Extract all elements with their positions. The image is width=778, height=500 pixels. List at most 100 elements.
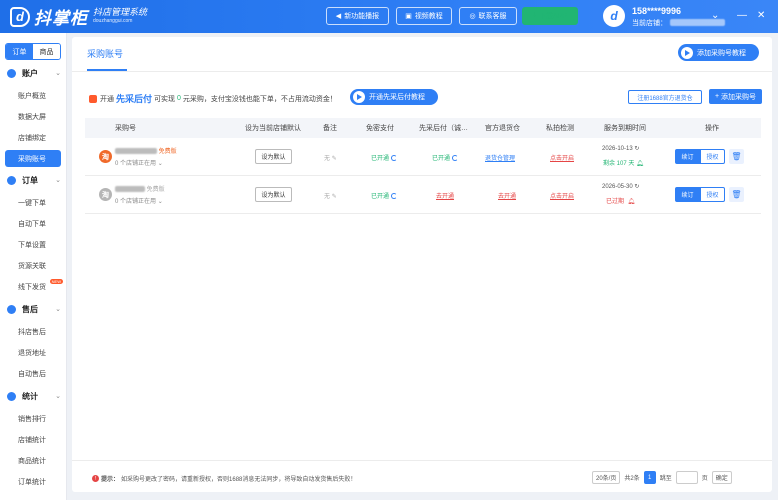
table-footer: ! 提示： 如采购号更改了密码，请重新授权，否则1688消息无法同步，将导致自动…: [72, 460, 772, 492]
note-cell[interactable]: 无 ✎: [324, 191, 337, 200]
sidebar-tabs: 订单 商品: [5, 43, 61, 60]
tab-products[interactable]: 商品: [33, 44, 60, 59]
sidebar-item-one-click-order[interactable]: 一键下单: [5, 194, 61, 211]
edit-icon[interactable]: ✎: [332, 156, 337, 162]
sidebar-item-sales-ranking[interactable]: 销售排行: [5, 410, 61, 427]
return-warehouse-link[interactable]: 退货仓管理: [485, 153, 515, 162]
download-icon: ⤓: [532, 12, 537, 19]
return-warehouse-link[interactable]: 去开通: [498, 191, 516, 200]
note-cell[interactable]: 无 ✎: [324, 153, 337, 162]
delete-icon[interactable]: 🗑︎: [729, 149, 744, 164]
page-unit: 页: [701, 476, 708, 482]
set-default-button[interactable]: 设为默认: [255, 187, 292, 202]
sidebar-item-store-stats[interactable]: 店铺统计: [5, 431, 61, 448]
page-jump-input[interactable]: [675, 471, 698, 484]
pay-later-tutorial-label: 开通先采后付教程: [369, 94, 425, 101]
video-tutorial-label: 视频教程: [414, 13, 443, 20]
account-name: 免费版: [115, 146, 177, 155]
pay-later-link[interactable]: 去开通: [436, 191, 454, 200]
edit-icon[interactable]: ✎: [332, 194, 337, 200]
page-size-select[interactable]: 20条/页: [592, 471, 621, 484]
statistics-icon: [7, 391, 16, 401]
user-phone: 158****9996: [632, 6, 682, 16]
expiry-date: 2026-05-30 ↻: [602, 183, 639, 190]
avatar[interactable]: d: [603, 5, 625, 27]
logo-mark: d: [10, 6, 30, 27]
refresh-icon[interactable]: ↻: [634, 184, 639, 190]
sidebar-item-order-stats[interactable]: 订单统计: [5, 473, 61, 490]
minimize-icon[interactable]: —: [737, 10, 747, 21]
sidebar-group-account[interactable]: 账户 ⌄: [0, 65, 67, 81]
sidebar-item-data-screen[interactable]: 数据大屏: [5, 108, 61, 125]
delete-icon[interactable]: 🗑︎: [729, 187, 744, 202]
expired-text: 已过期: [606, 199, 625, 205]
sidebar-item-account-overview[interactable]: 账户概览: [5, 87, 61, 104]
bound-stores-text: 0 个店铺正在用: [115, 199, 157, 205]
tip-message: ! 提示： 如采购号更改了密码，请重新授权，否则1688消息无法同步，将导致自动…: [92, 474, 356, 483]
pay-later-status[interactable]: 已开通: [432, 153, 459, 162]
orders-icon: [7, 175, 16, 185]
contact-support-label: 联系客服: [478, 13, 507, 20]
confirm-button[interactable]: 确定: [711, 471, 732, 484]
remaining-days-text: 剩余 107 天: [603, 161, 635, 167]
private-check-link[interactable]: 点击开启: [550, 156, 574, 162]
authorize-button[interactable]: 授权: [700, 149, 725, 164]
expiry-date: 2026-10-13 ↻: [602, 145, 639, 152]
private-check-link[interactable]: 点击开启: [550, 194, 574, 200]
renew-button[interactable]: 续订: [675, 149, 700, 164]
register-return-warehouse-button[interactable]: 注册1688官方退货仓: [628, 90, 702, 104]
sidebar-item-product-stats[interactable]: 商品统计: [5, 452, 61, 469]
download-app-button[interactable]: ⤓ 下载APP: [522, 7, 578, 25]
pay-later-tutorial-button[interactable]: 开通先采后付教程: [350, 89, 438, 105]
video-tutorial-button[interactable]: ▣ 视频教程: [396, 7, 452, 25]
speaker-icon: ◀: [335, 13, 342, 20]
bell-icon[interactable]: 🔔︎: [636, 161, 644, 167]
col-pay-later: 先采后付（诚…: [419, 125, 468, 132]
sidebar-item-offline-shipping[interactable]: 线下发货 NEW: [5, 278, 63, 295]
app-logo[interactable]: d 抖掌柜 抖店管理系统 douzhanggui.com: [10, 4, 147, 29]
refresh-icon[interactable]: [391, 155, 398, 162]
bell-icon[interactable]: 🔔︎: [627, 199, 635, 205]
sidebar-item-order-settings[interactable]: 下单设置: [5, 236, 61, 253]
authorize-button[interactable]: 授权: [700, 187, 725, 202]
tab-orders[interactable]: 订单: [6, 44, 33, 59]
chevron-down-icon: ⌄: [55, 70, 61, 77]
new-features-button[interactable]: ◀ 新功能播报: [326, 7, 389, 25]
promo-banner: 开通 先采后付 可实现 0 元采购，支付宝没钱也能下单，不占用流动资金！: [89, 92, 337, 105]
promo-text1: 可实现: [154, 95, 176, 103]
renew-button[interactable]: 续订: [675, 187, 700, 202]
refresh-icon[interactable]: [391, 193, 398, 200]
page-title[interactable]: 采购账号: [87, 47, 123, 60]
contact-support-button[interactable]: ◎ 联系客服: [459, 7, 517, 25]
bound-stores[interactable]: 0 个店铺正在用 ⌄: [115, 158, 163, 167]
set-default-button[interactable]: 设为默认: [255, 149, 292, 164]
sidebar-item-return-address[interactable]: 退货地址: [5, 344, 61, 361]
sidebar-group-statistics[interactable]: 统计 ⌄: [0, 388, 67, 404]
sidebar-item-store-after-sales[interactable]: 抖店售后: [5, 323, 61, 340]
sidebar-item-auto-after-sales[interactable]: 自动售后: [5, 365, 61, 382]
play-icon: [681, 46, 693, 59]
pay-later-text: 已开通: [432, 156, 451, 162]
promo-prefix: 开通: [100, 95, 114, 103]
add-account-tutorial-button[interactable]: 添加采购号教程: [678, 44, 759, 61]
close-icon[interactable]: ✕: [757, 10, 765, 21]
user-menu-chevron-icon[interactable]: ⌄: [711, 10, 719, 21]
refresh-icon[interactable]: [452, 155, 459, 162]
sidebar-item-purchase-accounts[interactable]: 采购账号: [5, 150, 61, 167]
sidebar-group-orders[interactable]: 订单 ⌄: [0, 172, 67, 188]
account-icon: [7, 68, 16, 78]
table-row: 淘 免费版 0 个店铺正在用 ⌄ 设为默认 无 ✎ 已开通 已开通 退货仓管理 …: [85, 138, 761, 176]
page-1-button[interactable]: 1: [643, 471, 656, 484]
sidebar-group-label: 账户: [22, 68, 38, 78]
note-text: 无: [324, 156, 331, 162]
sidebar-item-store-binding[interactable]: 店铺绑定: [5, 129, 61, 146]
sidebar-item-source-link[interactable]: 货源关联: [5, 257, 61, 274]
total-count: 共2条: [624, 476, 640, 482]
sidebar-item-auto-order[interactable]: 自动下单: [5, 215, 61, 232]
promo-icon: [89, 94, 97, 103]
add-purchase-account-button[interactable]: + 添加采购号: [709, 89, 762, 104]
refresh-icon[interactable]: ↻: [634, 146, 639, 152]
table-header: 采购号 设为当前店铺默认 备注 免密支付 先采后付（诚… 官方退货仓 私拍检测 …: [85, 118, 761, 138]
sidebar-group-after-sales[interactable]: 售后 ⌄: [0, 301, 67, 317]
bound-stores[interactable]: 0 个店铺正在用 ⌄: [115, 196, 163, 205]
